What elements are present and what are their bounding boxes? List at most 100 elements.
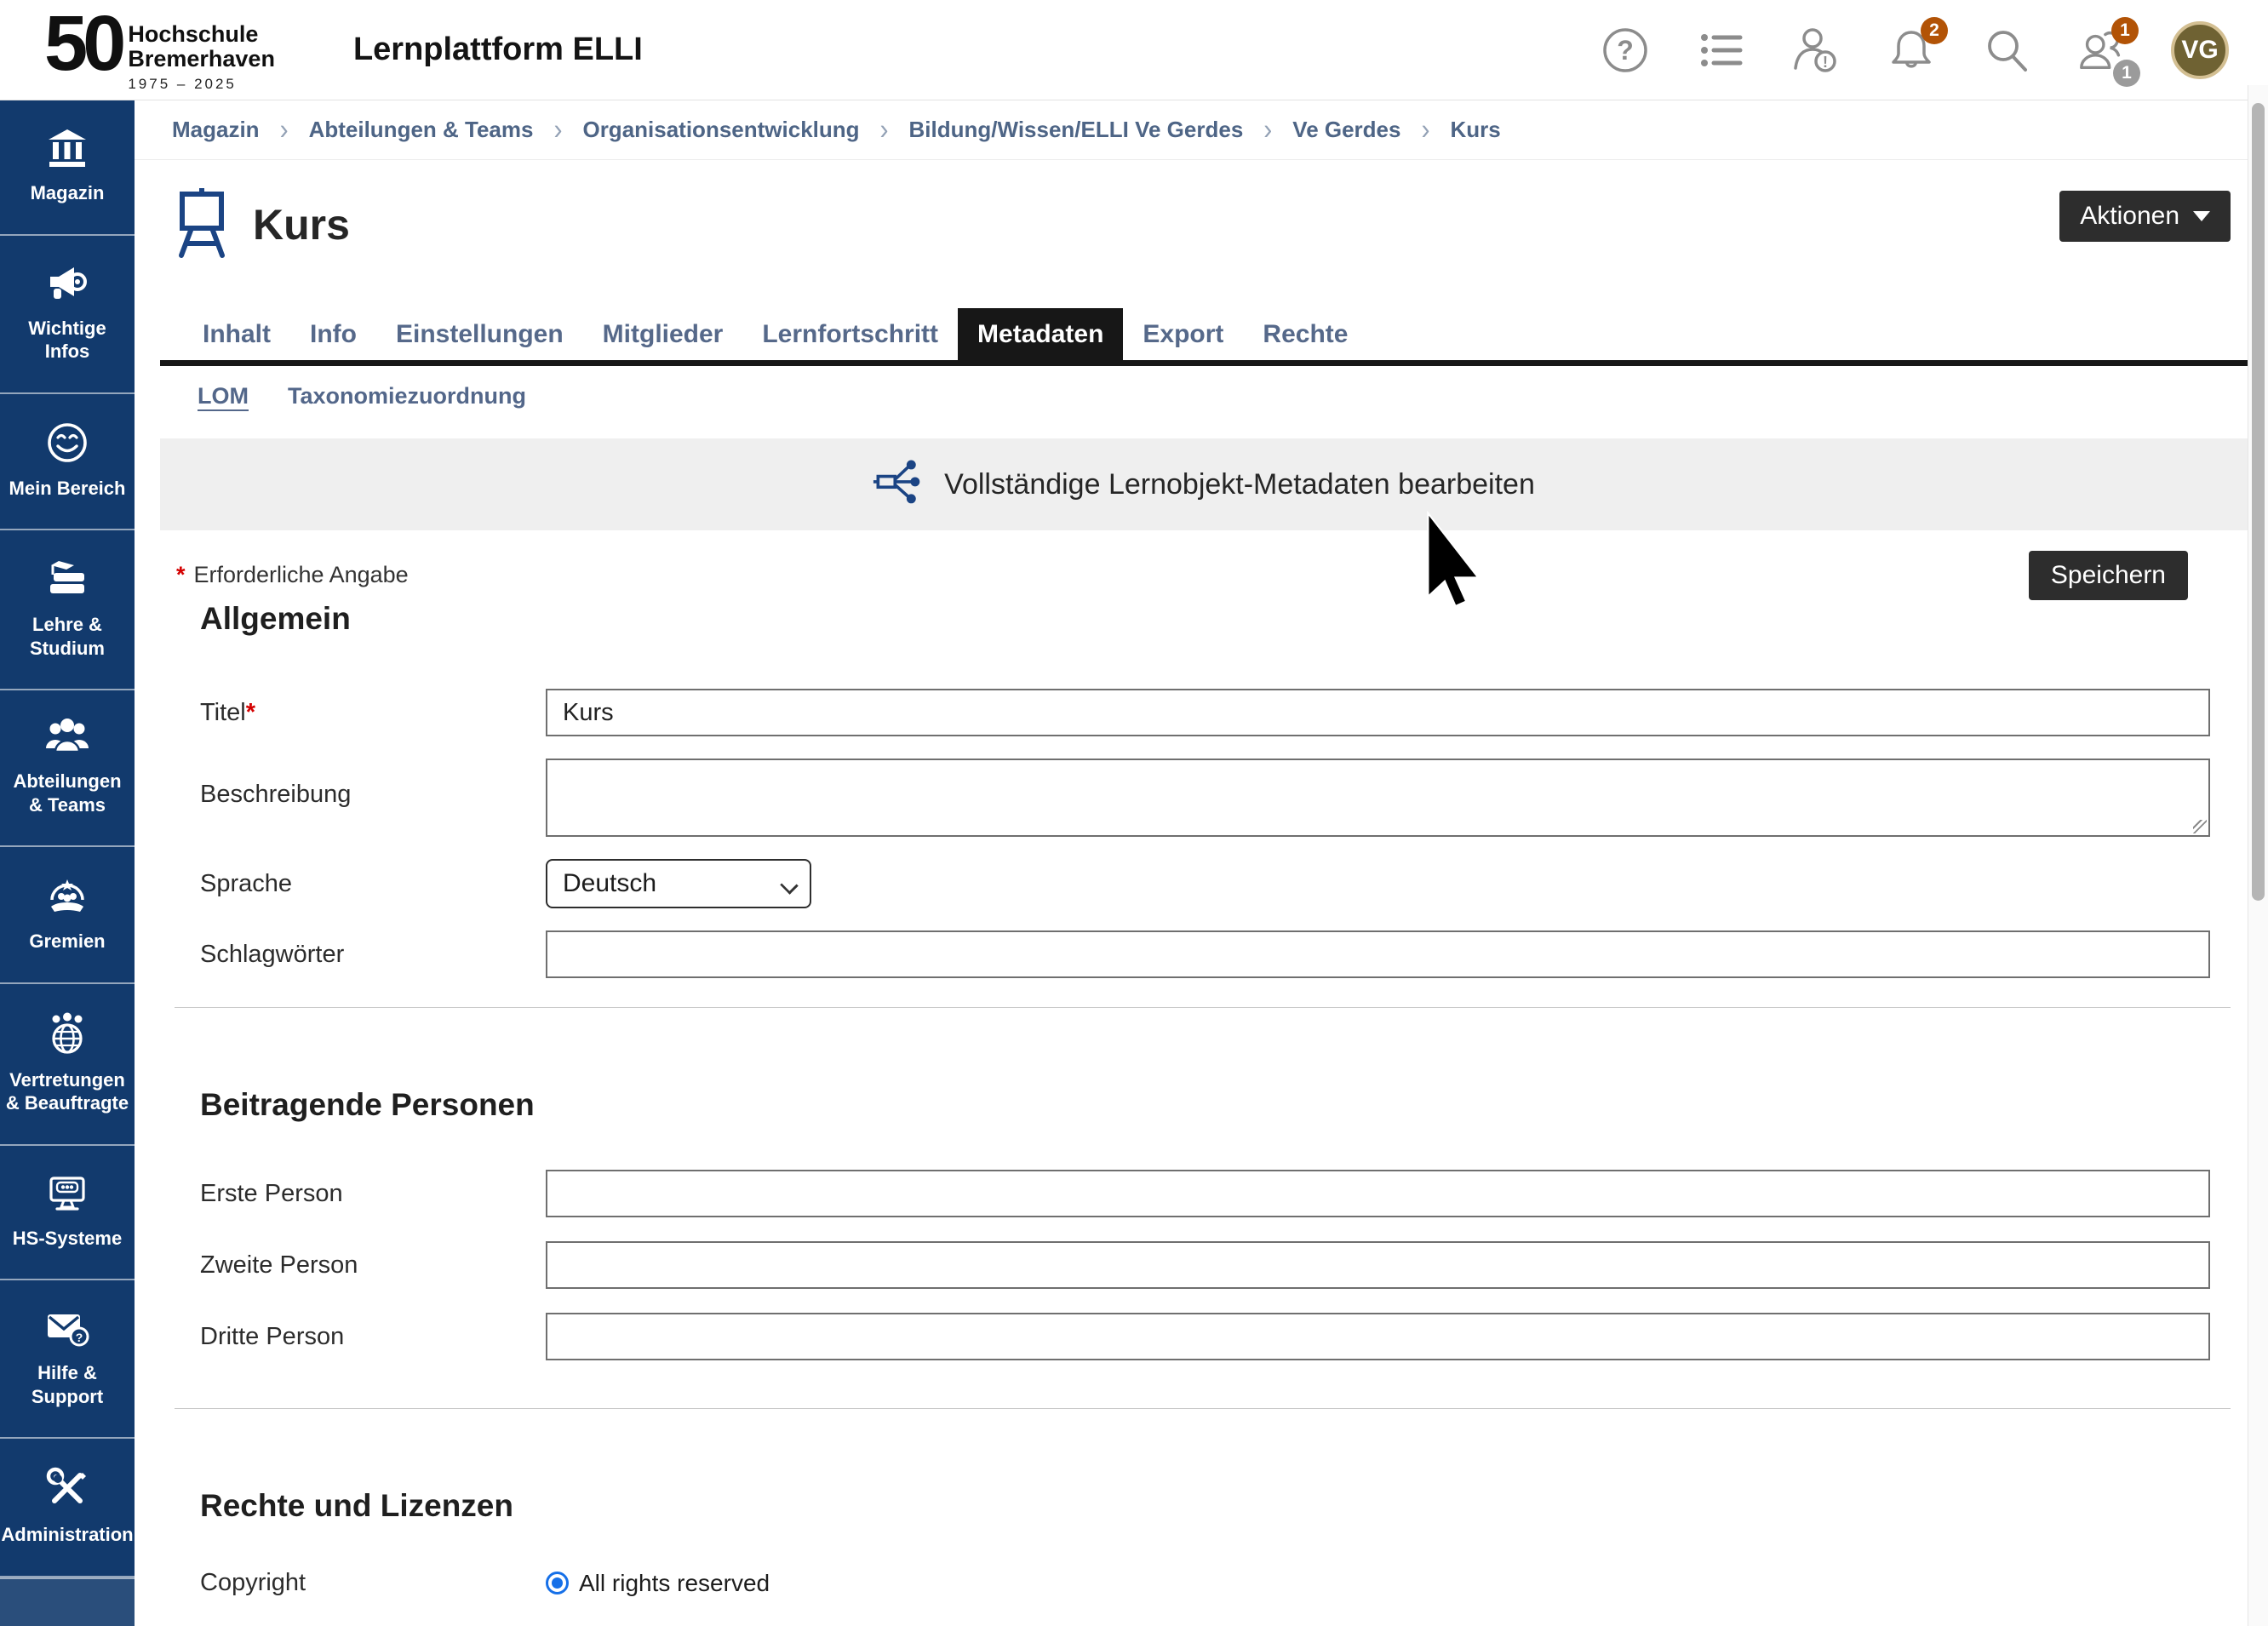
- dritte-person-label: Dritte Person: [175, 1323, 546, 1351]
- users-icon[interactable]: 1 1: [2076, 24, 2128, 77]
- sidebar-item-label: Wichtige Infos: [5, 317, 129, 364]
- zweite-person-input[interactable]: [546, 1241, 2210, 1289]
- section-heading-beitragende: Beitragende Personen: [200, 1086, 2210, 1124]
- breadcrumb-link[interactable]: Organisationsentwicklung: [582, 117, 859, 143]
- required-hint: *Erforderliche Angabe: [176, 562, 409, 588]
- sidebar-item-label: Administration: [1, 1523, 133, 1547]
- scrollbar-thumb[interactable]: [2252, 103, 2265, 901]
- chevron-right-icon: ›: [280, 113, 289, 146]
- sprache-select[interactable]: Deutsch: [546, 859, 811, 908]
- tab-inhalt[interactable]: Inhalt: [183, 308, 290, 360]
- sidebar-item-mein-bereich[interactable]: Mein Bereich: [0, 394, 135, 531]
- section-divider: [175, 1007, 2231, 1008]
- main-area: Magazin › Abteilungen & Teams › Organisa…: [135, 100, 2248, 1626]
- university-logo[interactable]: 50 Hochschule Bremerhaven 1975 – 2025: [44, 7, 275, 92]
- edit-full-metadata-banner[interactable]: Vollständige Lernobjekt-Metadaten bearbe…: [160, 438, 2248, 530]
- form-row-schlagwoerter: Schlagwörter: [175, 930, 2210, 978]
- svg-text:?: ?: [1617, 35, 1634, 66]
- sidebar-item-label: Gremien: [29, 930, 105, 953]
- sidebar-item-abteilungen-teams[interactable]: Abteilungen & Teams: [0, 690, 135, 847]
- sidebar-item-hilfe-support[interactable]: ? Hilfe & Support: [0, 1280, 135, 1439]
- sidebar-item-magazin[interactable]: Magazin: [0, 100, 135, 236]
- books-icon: [45, 558, 89, 600]
- svg-text:!: !: [1823, 54, 1828, 71]
- app-title: Lernplattform ELLI: [353, 31, 643, 68]
- monitor-icon: [45, 1173, 89, 1214]
- sprache-label: Sprache: [175, 870, 546, 898]
- breadcrumb-link[interactable]: Abteilungen & Teams: [309, 117, 534, 143]
- breadcrumb-link[interactable]: Ve Gerdes: [1292, 117, 1400, 143]
- tab-einstellungen[interactable]: Einstellungen: [376, 308, 583, 360]
- easel-course-icon: [175, 187, 229, 263]
- sidebar-item-lehre-studium[interactable]: Lehre & Studium: [0, 530, 135, 690]
- titel-input[interactable]: [546, 689, 2210, 736]
- sidebar-item-hs-systeme[interactable]: HS-Systeme: [0, 1146, 135, 1281]
- titel-label: Titel*: [175, 699, 546, 727]
- chevron-right-icon: ›: [880, 113, 889, 146]
- people-icon: [44, 718, 90, 757]
- copyright-radio[interactable]: [546, 1572, 569, 1595]
- tab-mitglieder[interactable]: Mitglieder: [583, 308, 743, 360]
- logo-50: 50: [44, 7, 121, 81]
- form-row-titel: Titel*: [175, 689, 2210, 736]
- top-header: 50 Hochschule Bremerhaven 1975 – 2025 Le…: [0, 0, 2268, 100]
- bell-icon[interactable]: 2: [1885, 24, 1938, 77]
- search-icon[interactable]: [1980, 24, 2033, 77]
- form-row-beschreibung: Beschreibung: [175, 759, 2210, 837]
- breadcrumb-link[interactable]: Magazin: [172, 117, 260, 143]
- schlagwoerter-input[interactable]: [546, 930, 2210, 978]
- save-button[interactable]: Speichern: [2029, 551, 2188, 600]
- chevron-right-icon: ›: [1421, 113, 1429, 146]
- user-alert-icon[interactable]: !: [1790, 24, 1842, 77]
- form-row-sprache: Sprache Deutsch: [175, 859, 2210, 908]
- form-row-zweite-person: Zweite Person: [175, 1241, 2210, 1289]
- tab-export[interactable]: Export: [1123, 308, 1243, 360]
- scrollbar-track[interactable]: [2248, 85, 2268, 1626]
- breadcrumb-link[interactable]: Bildung/Wissen/ELLI Ve Gerdes: [909, 117, 1244, 143]
- subtab-lom[interactable]: LOM: [198, 383, 249, 409]
- sidebar: Magazin Wichtige Infos Mein Bereich Lehr…: [0, 100, 135, 1626]
- sidebar-item-partial[interactable]: [0, 1577, 135, 1626]
- erste-person-input[interactable]: [546, 1170, 2210, 1217]
- form-row-erste-person: Erste Person: [175, 1170, 2210, 1217]
- beschreibung-textarea[interactable]: [546, 759, 2210, 837]
- tab-info[interactable]: Info: [290, 308, 376, 360]
- topbar-actions: ? !: [1599, 0, 2229, 100]
- sidebar-item-label: Lehre & Studium: [5, 613, 129, 660]
- globe-people-icon: [45, 1011, 89, 1056]
- avatar[interactable]: VG: [2171, 21, 2229, 79]
- sidebar-item-administration[interactable]: Administration: [0, 1439, 135, 1577]
- chevron-right-icon: ›: [553, 113, 562, 146]
- committee-icon: [44, 874, 90, 917]
- share-nodes-icon: [873, 456, 922, 513]
- sidebar-item-gremien[interactable]: Gremien: [0, 847, 135, 984]
- breadcrumb: Magazin › Abteilungen & Teams › Organisa…: [135, 100, 2248, 160]
- actions-button[interactable]: Aktionen: [2059, 191, 2231, 242]
- breadcrumb-current[interactable]: Kurs: [1450, 117, 1500, 143]
- sidebar-item-label: Mein Bereich: [9, 477, 126, 501]
- smiley-icon: [46, 421, 89, 464]
- chevron-right-icon: ›: [1263, 113, 1272, 146]
- dritte-person-input[interactable]: [546, 1313, 2210, 1360]
- tab-bar: Inhalt Info Einstellungen Mitglieder Ler…: [160, 308, 2248, 366]
- tab-lernfortschritt[interactable]: Lernfortschritt: [742, 308, 958, 360]
- mail-question-icon: ?: [44, 1308, 90, 1348]
- tab-metadaten[interactable]: Metadaten: [958, 308, 1123, 360]
- notification-badge: 2: [1921, 17, 1948, 44]
- help-icon[interactable]: ?: [1599, 24, 1652, 77]
- beschreibung-label: Beschreibung: [175, 781, 546, 809]
- resize-handle[interactable]: [2193, 820, 2207, 833]
- logo-years: 1975 – 2025: [128, 76, 275, 93]
- sidebar-item-wichtige-infos[interactable]: Wichtige Infos: [0, 236, 135, 394]
- subtab-taxonomiezuordnung[interactable]: Taxonomiezuordnung: [288, 383, 526, 409]
- megaphone-icon: [45, 263, 89, 304]
- sidebar-item-vertretungen[interactable]: Vertretungen & Beauftragte: [0, 984, 135, 1146]
- todo-list-icon[interactable]: [1694, 24, 1747, 77]
- tab-rechte[interactable]: Rechte: [1243, 308, 1367, 360]
- contacts-badge-secondary: 1: [2113, 60, 2140, 87]
- caret-down-icon: [2193, 211, 2210, 221]
- section-divider: [175, 1408, 2231, 1409]
- contacts-badge: 1: [2111, 17, 2139, 44]
- page-title-row: Kurs Aktionen: [175, 189, 2210, 261]
- bank-icon: [46, 128, 89, 169]
